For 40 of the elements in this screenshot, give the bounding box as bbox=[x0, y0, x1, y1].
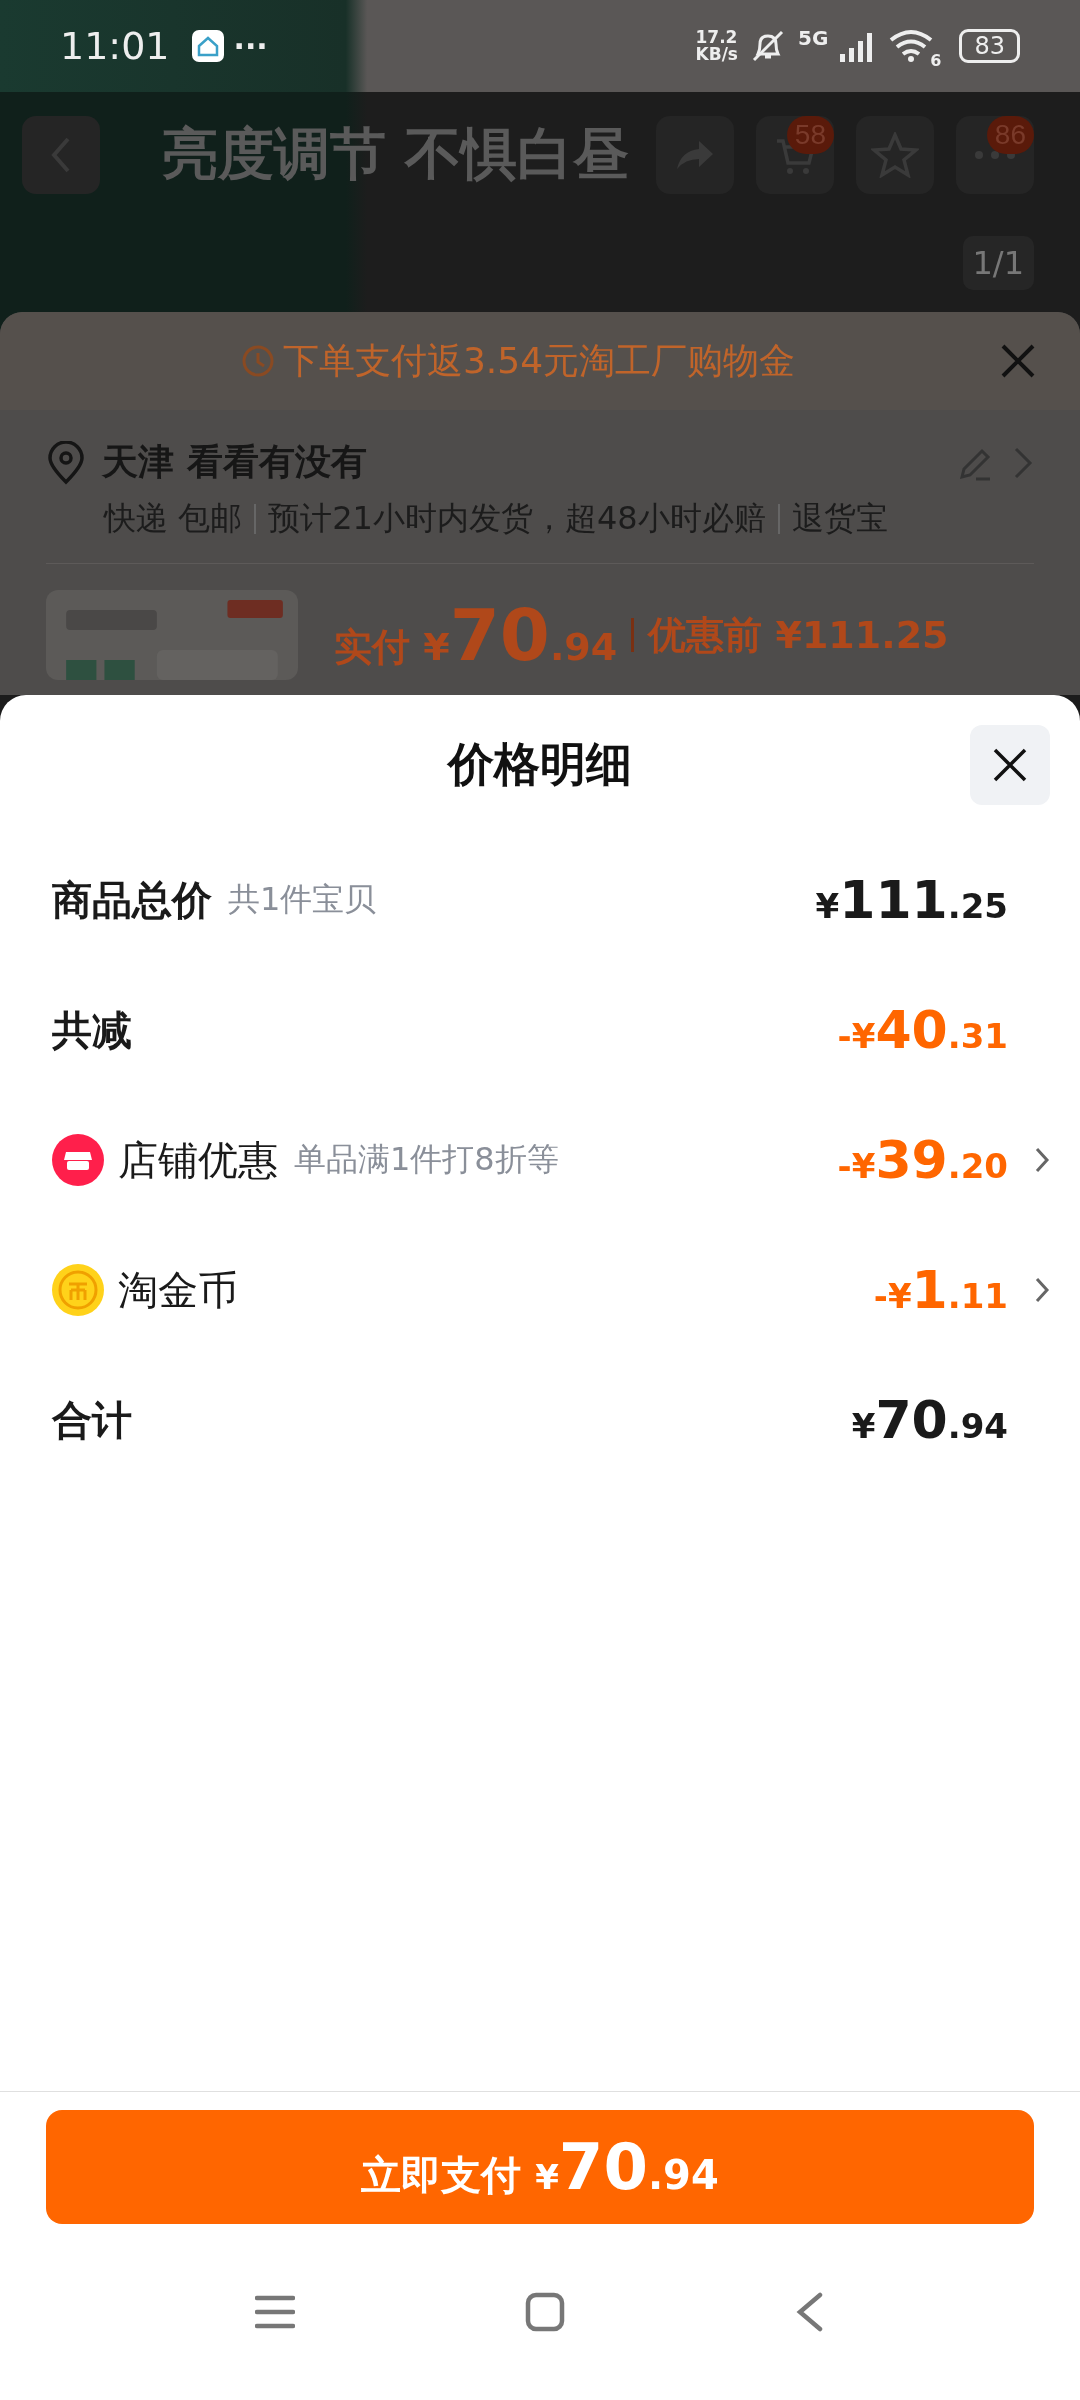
home-app-icon bbox=[191, 30, 224, 62]
wifi-standard: 6 bbox=[930, 51, 942, 70]
price-label: 店铺优惠 bbox=[118, 1135, 278, 1185]
price-label: 共减 bbox=[52, 1005, 132, 1055]
image-pager: 1/1 bbox=[962, 236, 1034, 290]
price-label: 淘金币 bbox=[118, 1265, 238, 1315]
original-price: 优惠前 ¥111.25 bbox=[648, 611, 949, 659]
coin-icon bbox=[52, 1264, 104, 1316]
price-amount: -¥39.20 bbox=[837, 1130, 1008, 1190]
close-icon bbox=[992, 747, 1028, 783]
network-type: 5G bbox=[797, 26, 829, 50]
price-amount: ¥111.25 bbox=[815, 870, 1008, 930]
promo-text: 下单支付返3.54元淘工厂购物金 bbox=[282, 338, 796, 383]
close-icon bbox=[1000, 343, 1036, 379]
price-amount: ¥70.94 bbox=[851, 1390, 1008, 1450]
price-label: 合计 bbox=[52, 1395, 132, 1445]
pay-now-button[interactable]: 立即支付 ¥70.94 bbox=[46, 2110, 1034, 2224]
location-pin-icon bbox=[46, 440, 86, 485]
price-note: 共1件宝贝 bbox=[228, 879, 377, 920]
price-label: 商品总价 bbox=[52, 875, 212, 925]
price-note: 单品满1件打8折等 bbox=[294, 1139, 559, 1180]
chevron-right-icon[interactable] bbox=[1034, 1146, 1050, 1174]
more-dots-icon bbox=[973, 149, 1017, 161]
product-title: 亮度调节 不惧白昼 bbox=[162, 120, 631, 188]
battery-indicator: 83 bbox=[959, 29, 1020, 63]
menu-icon[interactable] bbox=[255, 2294, 295, 2330]
address-name: 天津 看看有没有 bbox=[102, 440, 367, 484]
shop-icon bbox=[52, 1134, 104, 1186]
chevron-right-icon[interactable] bbox=[1034, 1276, 1050, 1304]
back-icon[interactable] bbox=[795, 2292, 825, 2332]
status-time: 11:01 bbox=[60, 24, 170, 68]
network-speed: 17.2 KB/s bbox=[695, 29, 738, 63]
price-amount: -¥1.11 bbox=[873, 1260, 1008, 1320]
more-notifications: ··· bbox=[233, 28, 268, 64]
clock-icon bbox=[240, 344, 275, 378]
paid-price: 实付 ¥70.94 bbox=[334, 593, 618, 677]
home-icon[interactable] bbox=[525, 2292, 565, 2332]
close-button[interactable] bbox=[970, 725, 1050, 805]
sheet-title: 价格明细 bbox=[448, 736, 632, 793]
price-amount: -¥40.31 bbox=[837, 1000, 1008, 1060]
